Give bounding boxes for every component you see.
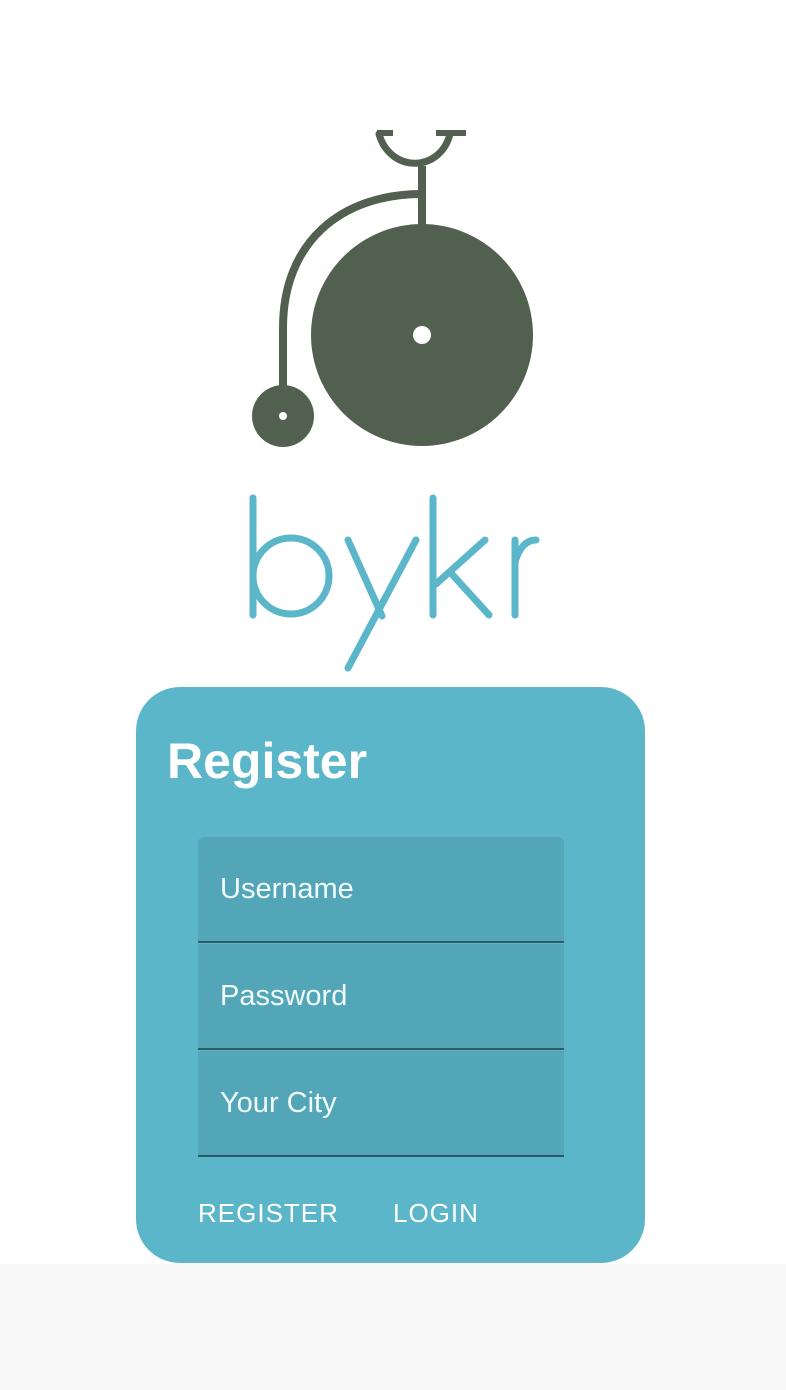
username-input[interactable]: [198, 837, 564, 941]
login-button[interactable]: LOGIN: [393, 1193, 479, 1233]
username-field-container: [198, 837, 564, 943]
register-button[interactable]: REGISTER: [198, 1193, 339, 1233]
register-title: Register: [167, 733, 368, 789]
city-input[interactable]: [198, 1051, 564, 1155]
penny-farthing-icon: [252, 130, 533, 447]
register-card: Register REGISTER LOGIN: [136, 687, 645, 1263]
bottom-background: [0, 1264, 786, 1390]
bykr-wordmark-art: [249, 494, 540, 672]
bykr-wordmark: [240, 488, 550, 673]
bykr-logo: [240, 128, 550, 673]
city-field-container: [198, 1051, 564, 1157]
password-field-container: [198, 944, 564, 1050]
password-input[interactable]: [198, 944, 564, 1048]
